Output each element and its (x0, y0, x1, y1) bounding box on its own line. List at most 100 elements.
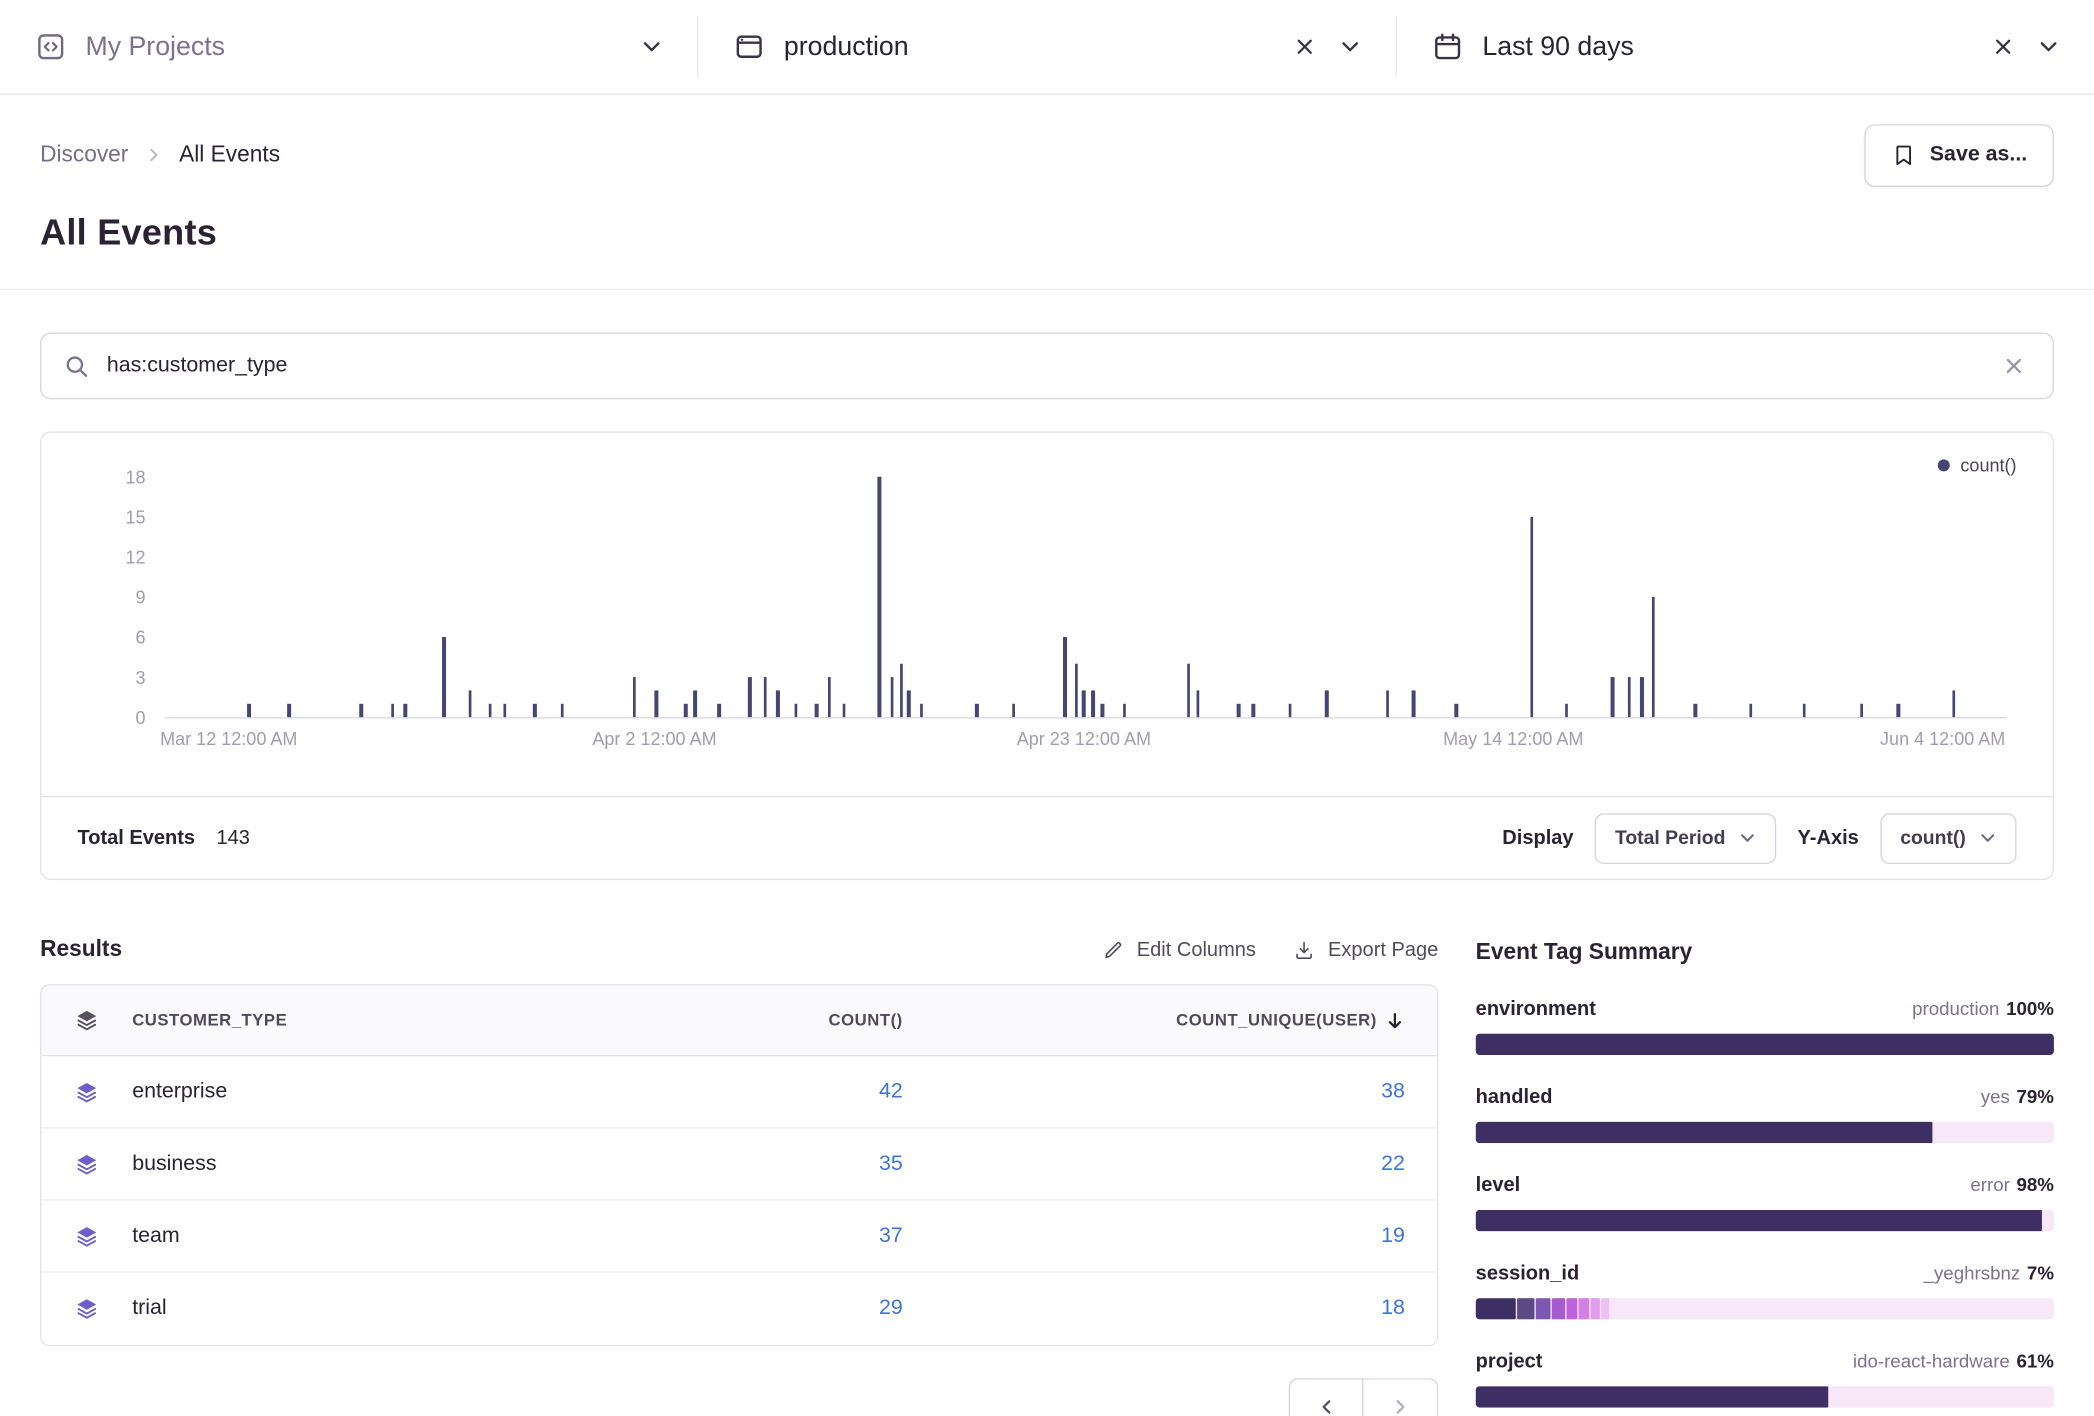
events-chart: count() 0369121518Mar 12 12:00 AMApr 2 1… (41, 433, 2052, 796)
tag-name: level (1476, 1174, 1521, 1197)
breadcrumb: Discover All Events (40, 142, 280, 169)
chart-bar (776, 690, 779, 717)
chevron-down-icon (1979, 829, 1996, 846)
chart-bar (1530, 517, 1533, 717)
tag-top-value: yes (1981, 1086, 2010, 1107)
chart-bar (828, 677, 831, 717)
chart-bar (1082, 690, 1085, 717)
chart-bar (717, 704, 720, 717)
x-axis-tick: May 14 12:00 AM (1443, 729, 1583, 749)
chart-bar (1386, 690, 1389, 717)
tag-top-value: error (1970, 1174, 2009, 1195)
chevron-down-icon (641, 36, 662, 57)
legend-label: count() (1960, 455, 2016, 475)
daterange-selector[interactable]: Last 90 days (1397, 0, 2094, 93)
cell-unique-link[interactable]: 22 (1381, 1152, 1405, 1176)
chevron-down-icon (1739, 829, 1756, 846)
search-icon (64, 353, 89, 378)
chart-bar (1100, 704, 1103, 717)
cell-count-link[interactable]: 37 (879, 1224, 903, 1248)
cell-unique-link[interactable]: 38 (1381, 1080, 1405, 1104)
tag-bar-segment (1591, 1298, 1600, 1319)
chart-bar (1628, 677, 1631, 717)
tag-bar-segment (1579, 1298, 1589, 1319)
table-header-row: CUSTOMER_TYPE COUNT() COUNT_UNIQUE(USER) (41, 986, 1437, 1057)
chart-bar (877, 477, 880, 717)
chart-bar (1565, 704, 1568, 717)
tag-bar[interactable] (1476, 1122, 2054, 1143)
column-header-count[interactable]: COUNT() (656, 1011, 903, 1030)
chevron-down-icon (2038, 36, 2059, 57)
x-axis-tick: Apr 23 12:00 AM (1017, 729, 1151, 749)
search-input[interactable] (107, 354, 1981, 378)
tag-bar-segment (1476, 1210, 2043, 1231)
export-page-button[interactable]: Export Page (1293, 938, 1438, 961)
y-axis-tick: 9 (76, 588, 145, 608)
y-axis-tick: 0 (76, 708, 145, 728)
tag-row-handled: handled yes79% (1476, 1086, 2054, 1143)
chart-bar (795, 704, 798, 717)
chart-bar (1075, 664, 1078, 717)
y-axis-tick: 3 (76, 668, 145, 688)
cell-customer-type: enterprise (132, 1080, 656, 1104)
chart-bar (1803, 704, 1806, 717)
tag-top-pct: 100% (2006, 998, 2054, 1019)
yaxis-dropdown[interactable]: count() (1880, 813, 2016, 864)
page-title: All Events (40, 212, 2054, 253)
pagination-next-button[interactable] (1364, 1378, 1439, 1416)
table-row: business 35 22 (41, 1128, 1437, 1200)
chart-bar (1749, 704, 1752, 717)
pagination-prev-button[interactable] (1289, 1378, 1364, 1416)
chart-bar (360, 704, 363, 717)
chart-bar (247, 704, 250, 717)
edit-columns-button[interactable]: Edit Columns (1102, 938, 1256, 961)
display-dropdown[interactable]: Total Period (1595, 813, 1776, 864)
environment-selector-label: production (784, 31, 909, 62)
tag-top-pct: 61% (2017, 1350, 2054, 1371)
clear-environment-icon[interactable] (1294, 36, 1315, 57)
table-row: enterprise 42 38 (41, 1056, 1437, 1128)
cell-count-link[interactable]: 35 (879, 1152, 903, 1176)
tag-bar[interactable] (1476, 1386, 2054, 1407)
cell-count-link[interactable]: 29 (879, 1297, 903, 1321)
project-selector[interactable]: My Projects (0, 0, 697, 93)
cell-count-link[interactable]: 42 (879, 1080, 903, 1104)
clear-search-icon[interactable] (1998, 350, 2030, 382)
tag-name: environment (1476, 998, 1596, 1021)
chart-bar (391, 704, 394, 717)
environment-selector[interactable]: production (698, 0, 1395, 93)
daterange-selector-label: Last 90 days (1482, 31, 1633, 62)
tag-bar[interactable] (1476, 1034, 2054, 1055)
clear-daterange-icon[interactable] (1993, 36, 2014, 57)
column-header-count-unique[interactable]: COUNT_UNIQUE(USER) (903, 1010, 1437, 1030)
tag-top-value: ido-react-hardware (1853, 1350, 2010, 1371)
cell-customer-type: team (132, 1224, 656, 1248)
save-as-label: Save as... (1930, 143, 2027, 167)
tag-top-pct: 98% (2017, 1174, 2054, 1195)
layers-icon (73, 1007, 100, 1034)
chart-legend[interactable]: count() (1938, 455, 2017, 475)
chart-bar (1860, 704, 1863, 717)
calendar-icon (1432, 31, 1464, 63)
tag-top-value: _yeghrsbnz (1924, 1262, 2021, 1283)
tag-bar[interactable] (1476, 1298, 2054, 1319)
cell-customer-type: trial (132, 1297, 656, 1321)
cell-unique-link[interactable]: 19 (1381, 1224, 1405, 1248)
table-row: trial 29 18 (41, 1273, 1437, 1345)
chart-bar (533, 704, 536, 717)
cell-unique-link[interactable]: 18 (1381, 1297, 1405, 1321)
tag-bar[interactable] (1476, 1210, 2054, 1231)
layers-icon (73, 1078, 100, 1105)
tag-row-environment: environment production100% (1476, 998, 2054, 1055)
breadcrumb-discover-link[interactable]: Discover (40, 142, 128, 169)
chart-bar (1187, 664, 1190, 717)
chart-bar (560, 704, 563, 717)
tag-bar-segment (1517, 1298, 1534, 1319)
search-bar (40, 333, 2054, 400)
global-filter-bar: My Projects production Last 90 days (0, 0, 2094, 95)
tag-name: handled (1476, 1086, 1553, 1109)
y-axis-tick: 15 (76, 507, 145, 527)
legend-dot-icon (1938, 459, 1950, 471)
save-as-button[interactable]: Save as... (1864, 124, 2054, 187)
column-header-customer-type[interactable]: CUSTOMER_TYPE (132, 1011, 656, 1030)
